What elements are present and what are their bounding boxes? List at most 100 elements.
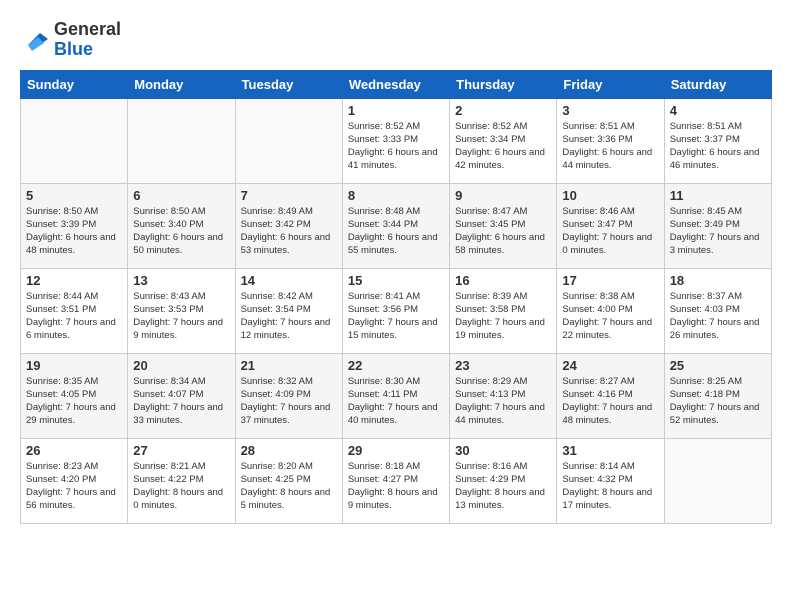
day-cell: 21 Sunrise: 8:32 AMSunset: 4:09 PMDayligh… [235,353,342,438]
day-info: Sunrise: 8:50 AMSunset: 3:39 PMDaylight:… [26,205,122,258]
day-number: 28 [241,443,337,458]
day-number: 10 [562,188,658,203]
day-number: 11 [670,188,766,203]
day-info: Sunrise: 8:39 AMSunset: 3:58 PMDaylight:… [455,290,551,343]
day-info: Sunrise: 8:37 AMSunset: 4:03 PMDaylight:… [670,290,766,343]
day-cell: 15Sunrise: 8:41 AMSunset: 3:56 PMDayligh… [342,268,449,353]
day-info: Sunrise: 8:34 AMSunset: 4:07 PMDaylight:… [133,375,229,428]
week-row: 26Sunrise: 8:23 AMSunset: 4:20 PMDayligh… [21,438,772,523]
day-number: 2 [455,103,551,118]
day-cell: 18Sunrise: 8:37 AMSunset: 4:03 PMDayligh… [664,268,771,353]
day-cell: 12Sunrise: 8:44 AMSunset: 3:51 PMDayligh… [21,268,128,353]
day-info: Sunrise: 8:29 AMSunset: 4:13 PMDaylight:… [455,375,551,428]
day-number: 30 [455,443,551,458]
day-cell: 22 Sunrise: 8:30 AMSunset: 4:11 PMDayligh… [342,353,449,438]
weekday-header: Tuesday [235,70,342,98]
day-info: Sunrise: 8:23 AMSunset: 4:20 PMDaylight:… [26,460,122,513]
day-info: Sunrise: 8:45 AMSunset: 3:49 PMDaylight:… [670,205,766,258]
day-cell: 29Sunrise: 8:18 AMSunset: 4:27 PMDayligh… [342,438,449,523]
day-number: 1 [348,103,444,118]
calendar-body: 1 Sunrise: 8:52 AMSunset: 3:33 PMDaylight… [21,98,772,523]
weekday-header: Monday [128,70,235,98]
day-number: 23 [455,358,551,373]
day-info: Sunrise: 8:38 AMSunset: 4:00 PMDaylight:… [562,290,658,343]
day-cell: 25 Sunrise: 8:25 AMSunset: 4:18 PMDayligh… [664,353,771,438]
day-info: Sunrise: 8:30 AMSunset: 4:11 PMDaylight:… [348,375,444,428]
day-info: Sunrise: 8:16 AMSunset: 4:29 PMDaylight:… [455,460,551,513]
day-info: Sunrise: 8:51 AMSunset: 3:37 PMDaylight:… [670,120,766,173]
day-number: 5 [26,188,122,203]
logo-text: General Blue [54,20,121,60]
day-cell: 17 Sunrise: 8:38 AMSunset: 4:00 PMDayligh… [557,268,664,353]
weekday-header: Saturday [664,70,771,98]
calendar-header: SundayMondayTuesdayWednesdayThursdayFrid… [21,70,772,98]
day-cell: 14Sunrise: 8:42 AMSunset: 3:54 PMDayligh… [235,268,342,353]
day-number: 15 [348,273,444,288]
day-cell: 11 Sunrise: 8:45 AMSunset: 3:49 PMDayligh… [664,183,771,268]
day-info: Sunrise: 8:43 AMSunset: 3:53 PMDaylight:… [133,290,229,343]
day-cell: 2 Sunrise: 8:52 AMSunset: 3:34 PMDaylight… [450,98,557,183]
day-info: Sunrise: 8:48 AMSunset: 3:44 PMDaylight:… [348,205,444,258]
day-info: Sunrise: 8:47 AMSunset: 3:45 PMDaylight:… [455,205,551,258]
day-cell: 1 Sunrise: 8:52 AMSunset: 3:33 PMDaylight… [342,98,449,183]
calendar-table: SundayMondayTuesdayWednesdayThursdayFrid… [20,70,772,524]
day-cell: 8 Sunrise: 8:48 AMSunset: 3:44 PMDaylight… [342,183,449,268]
day-cell [21,98,128,183]
weekday-header: Thursday [450,70,557,98]
day-cell: 10 Sunrise: 8:46 AMSunset: 3:47 PMDayligh… [557,183,664,268]
day-info: Sunrise: 8:21 AMSunset: 4:22 PMDaylight:… [133,460,229,513]
day-number: 21 [241,358,337,373]
day-info: Sunrise: 8:25 AMSunset: 4:18 PMDaylight:… [670,375,766,428]
day-number: 14 [241,273,337,288]
day-cell: 28 Sunrise: 8:20 AMSunset: 4:25 PMDayligh… [235,438,342,523]
day-number: 17 [562,273,658,288]
day-info: Sunrise: 8:46 AMSunset: 3:47 PMDaylight:… [562,205,658,258]
weekday-row: SundayMondayTuesdayWednesdayThursdayFrid… [21,70,772,98]
day-info: Sunrise: 8:14 AMSunset: 4:32 PMDaylight:… [562,460,658,513]
day-number: 9 [455,188,551,203]
day-cell: 4 Sunrise: 8:51 AMSunset: 3:37 PMDaylight… [664,98,771,183]
day-cell: 5 Sunrise: 8:50 AMSunset: 3:39 PMDaylight… [21,183,128,268]
day-cell: 24 Sunrise: 8:27 AMSunset: 4:16 PMDayligh… [557,353,664,438]
day-number: 16 [455,273,551,288]
day-number: 7 [241,188,337,203]
weekday-header: Wednesday [342,70,449,98]
day-cell: 30 Sunrise: 8:16 AMSunset: 4:29 PMDayligh… [450,438,557,523]
day-number: 25 [670,358,766,373]
day-info: Sunrise: 8:52 AMSunset: 3:34 PMDaylight:… [455,120,551,173]
day-info: Sunrise: 8:49 AMSunset: 3:42 PMDaylight:… [241,205,337,258]
day-number: 12 [26,273,122,288]
day-info: Sunrise: 8:35 AMSunset: 4:05 PMDaylight:… [26,375,122,428]
day-info: Sunrise: 8:32 AMSunset: 4:09 PMDaylight:… [241,375,337,428]
day-cell [235,98,342,183]
logo: General Blue [20,20,121,60]
day-cell: 27 Sunrise: 8:21 AMSunset: 4:22 PMDayligh… [128,438,235,523]
day-cell: 23 Sunrise: 8:29 AMSunset: 4:13 PMDayligh… [450,353,557,438]
day-number: 29 [348,443,444,458]
day-cell [664,438,771,523]
week-row: 12Sunrise: 8:44 AMSunset: 3:51 PMDayligh… [21,268,772,353]
day-info: Sunrise: 8:51 AMSunset: 3:36 PMDaylight:… [562,120,658,173]
day-info: Sunrise: 8:27 AMSunset: 4:16 PMDaylight:… [562,375,658,428]
logo-blue: Blue [54,39,93,59]
page-header: General Blue [20,20,772,60]
day-cell: 13Sunrise: 8:43 AMSunset: 3:53 PMDayligh… [128,268,235,353]
day-number: 8 [348,188,444,203]
day-cell: 3 Sunrise: 8:51 AMSunset: 3:36 PMDaylight… [557,98,664,183]
logo-icon [20,25,50,55]
day-cell: 7 Sunrise: 8:49 AMSunset: 3:42 PMDaylight… [235,183,342,268]
day-number: 3 [562,103,658,118]
weekday-header: Sunday [21,70,128,98]
week-row: 19Sunrise: 8:35 AMSunset: 4:05 PMDayligh… [21,353,772,438]
day-number: 22 [348,358,444,373]
day-number: 20 [133,358,229,373]
day-number: 4 [670,103,766,118]
day-info: Sunrise: 8:20 AMSunset: 4:25 PMDaylight:… [241,460,337,513]
day-info: Sunrise: 8:52 AMSunset: 3:33 PMDaylight:… [348,120,444,173]
day-cell: 6Sunrise: 8:50 AMSunset: 3:40 PMDaylight… [128,183,235,268]
day-number: 24 [562,358,658,373]
day-cell: 9 Sunrise: 8:47 AMSunset: 3:45 PMDaylight… [450,183,557,268]
logo-general: General [54,19,121,39]
day-cell [128,98,235,183]
day-number: 27 [133,443,229,458]
